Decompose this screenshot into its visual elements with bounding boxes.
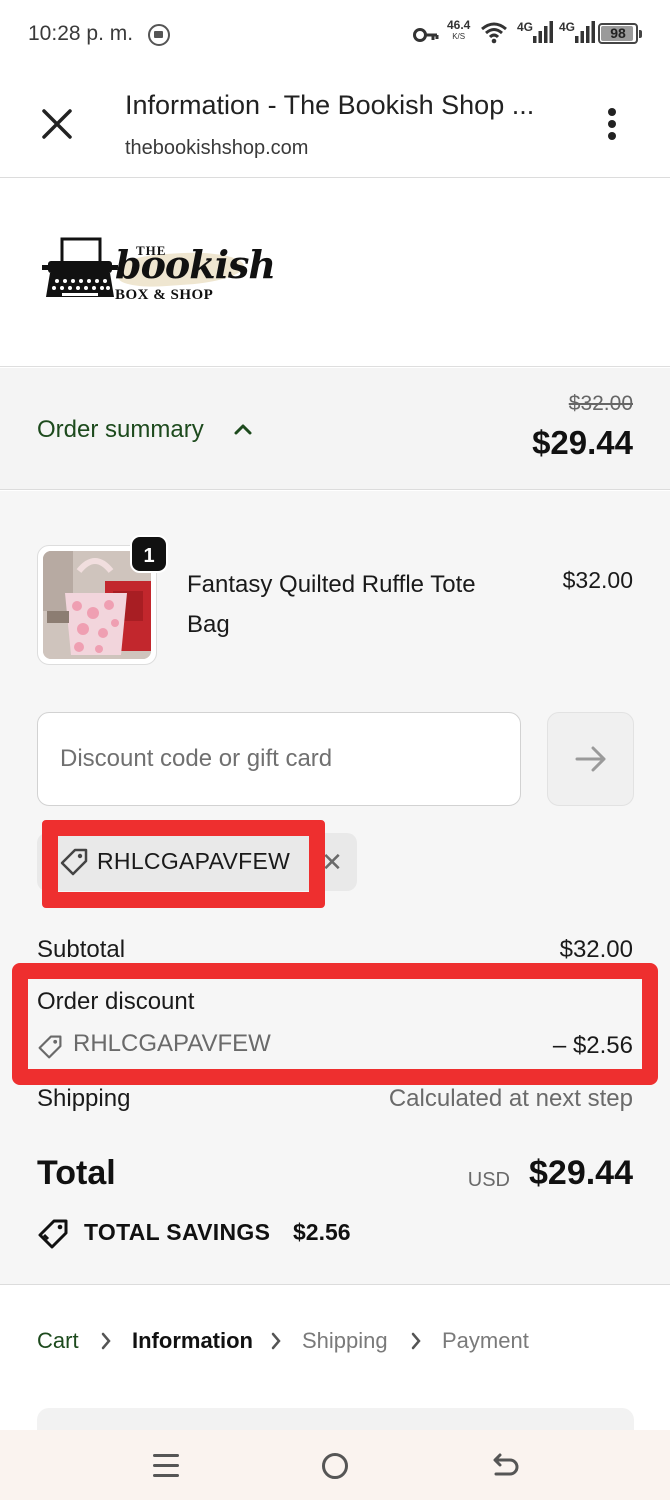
home-icon[interactable] xyxy=(322,1453,348,1479)
total-savings-label: TOTAL SAVINGS xyxy=(84,1219,271,1245)
page-url: thebookishshop.com xyxy=(125,137,309,159)
order-summary-label[interactable]: Order summary xyxy=(37,416,204,444)
logo-name: bookish xyxy=(115,242,276,287)
subtotal-label: Subtotal xyxy=(37,936,126,963)
status-bar: 10:28 p. m. 46.4 K/S 4G 4G 98 xyxy=(0,0,670,70)
product-price: $32.00 xyxy=(562,567,633,593)
highlight-box-order-discount xyxy=(12,963,658,1085)
network-type-1: 4G xyxy=(517,20,534,34)
signal-icon-2 xyxy=(575,21,595,43)
quantity-badge: 1 xyxy=(130,535,168,573)
original-total: $32.00 xyxy=(568,392,633,415)
screen-record-icon xyxy=(148,24,170,46)
net-speed: 46.4 K/S xyxy=(447,18,471,42)
chevron-up-icon[interactable] xyxy=(233,422,253,436)
typewriter-icon xyxy=(42,237,118,297)
breadcrumb-payment: Payment xyxy=(442,1328,529,1353)
product-name: Fantasy Quilted Ruffle Tote Bag xyxy=(187,571,476,638)
arrow-right-icon xyxy=(575,746,606,772)
system-nav-bar xyxy=(0,1430,670,1500)
signal-icon-1 xyxy=(533,21,553,43)
page-title: Information - The Bookish Shop ... xyxy=(125,90,535,120)
savings-tag-icon xyxy=(38,1219,68,1249)
more-options-icon[interactable] xyxy=(604,108,620,144)
network-type-2: 4G xyxy=(559,20,576,34)
summary-total: $29.44 xyxy=(532,424,633,461)
store-logo[interactable]: THE bookish BOX & SHOP xyxy=(40,235,276,313)
wifi-icon xyxy=(481,22,507,44)
highlight-box-discount-chip xyxy=(42,820,325,908)
apply-discount-button[interactable] xyxy=(547,712,634,806)
chevron-right-icon xyxy=(101,1332,111,1350)
breadcrumb-shipping: Shipping xyxy=(302,1328,388,1353)
battery-level: 98 xyxy=(610,25,626,41)
order-summary-toggle[interactable]: Order summary $32.00 $29.44 xyxy=(0,368,670,490)
close-icon[interactable] xyxy=(36,103,78,145)
store-header: THE bookish BOX & SHOP xyxy=(0,179,670,367)
breadcrumb-cart[interactable]: Cart xyxy=(37,1328,79,1354)
discount-code-input[interactable] xyxy=(37,712,521,806)
logo-subtitle: BOX & SHOP xyxy=(115,287,214,303)
total-value: $29.44 xyxy=(529,1154,633,1192)
recent-apps-icon[interactable] xyxy=(153,1454,179,1478)
shipping-label: Shipping xyxy=(37,1085,131,1112)
total-label: Total xyxy=(37,1154,116,1192)
subtotal-value: $32.00 xyxy=(559,936,633,963)
vpn-key-icon xyxy=(413,28,439,42)
browser-header: Information - The Bookish Shop ... thebo… xyxy=(0,70,670,178)
total-savings-value: $2.56 xyxy=(293,1219,351,1245)
chevron-right-icon xyxy=(411,1332,421,1350)
battery-icon: 98 xyxy=(598,23,642,44)
net-speed-unit: K/S xyxy=(452,32,466,41)
total-currency: USD xyxy=(467,1169,510,1191)
back-icon[interactable] xyxy=(490,1452,520,1480)
shipping-value: Calculated at next step xyxy=(388,1085,633,1112)
chevron-right-icon xyxy=(271,1332,281,1350)
net-speed-value: 46.4 xyxy=(447,18,471,32)
status-time: 10:28 p. m. xyxy=(28,22,134,45)
breadcrumb-information: Information xyxy=(132,1328,253,1353)
